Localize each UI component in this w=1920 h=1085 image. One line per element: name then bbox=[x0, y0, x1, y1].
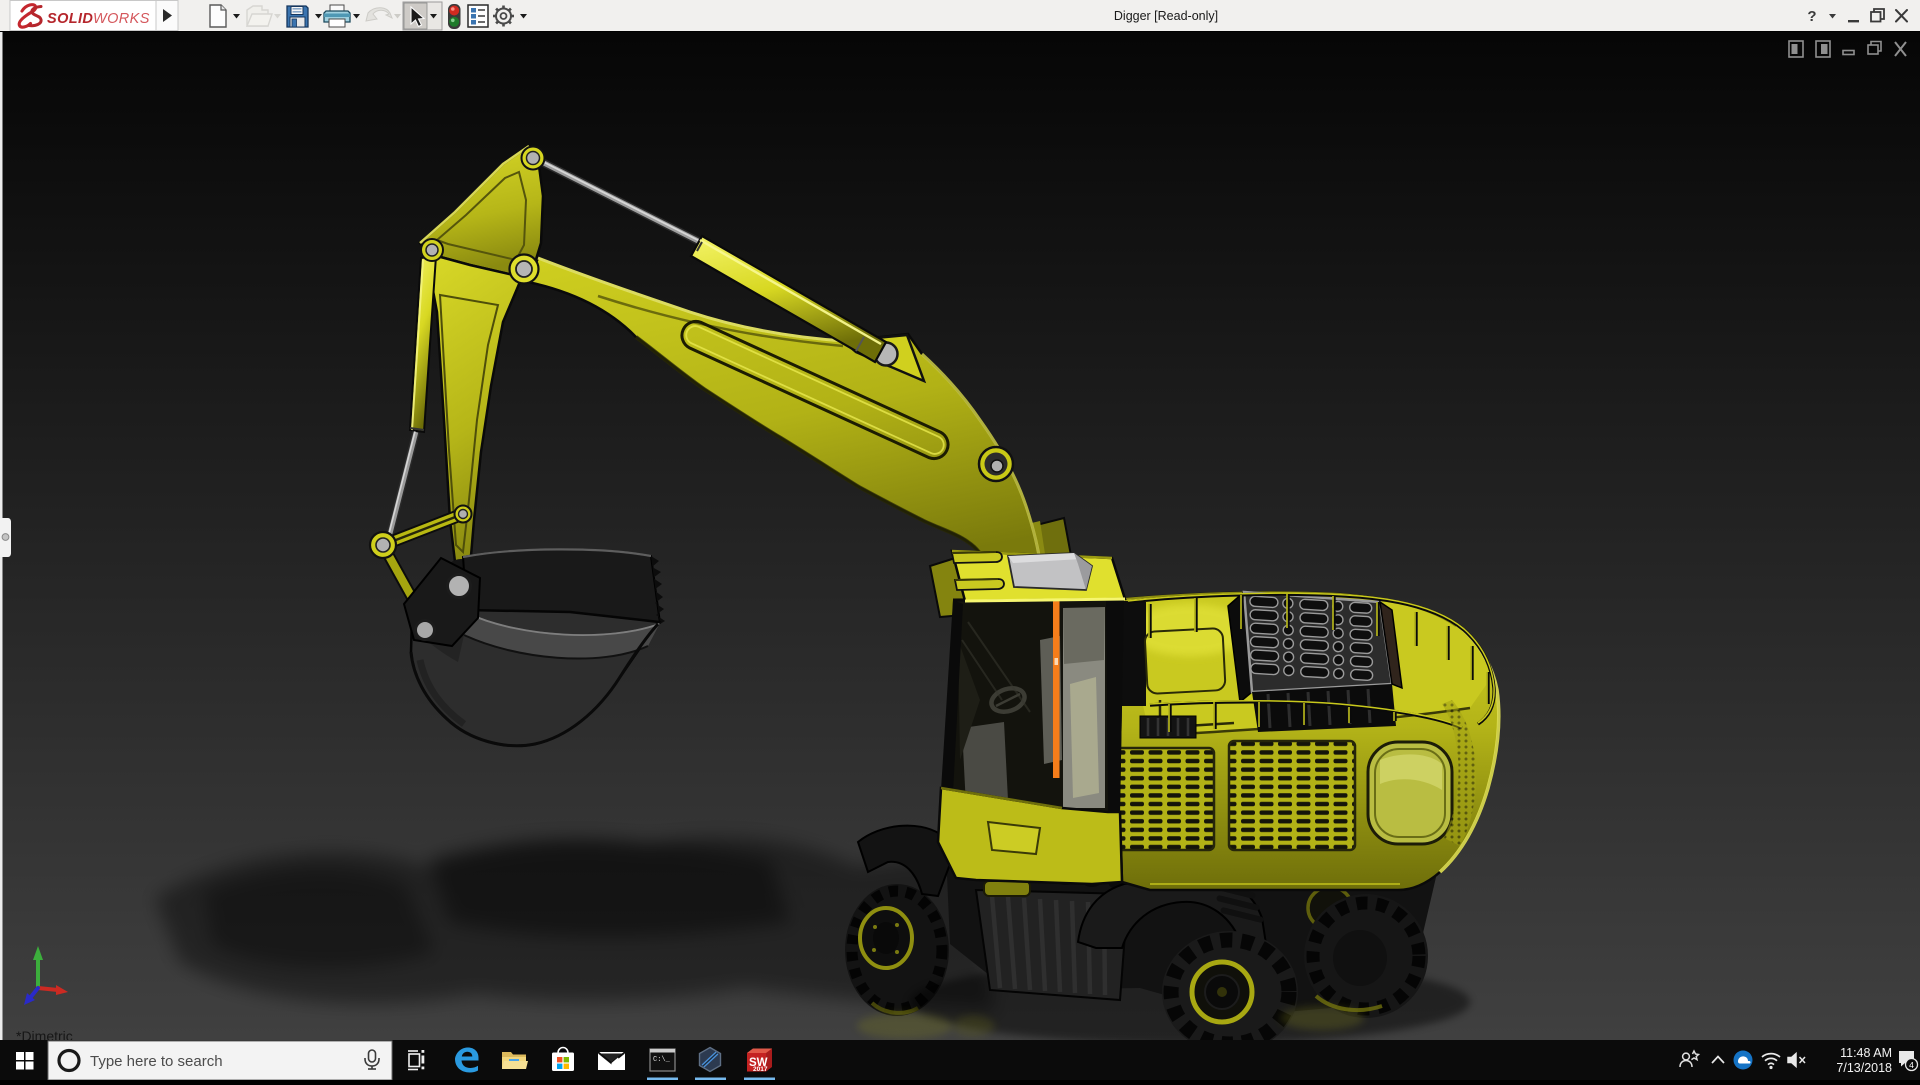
svg-text:WORKS: WORKS bbox=[93, 11, 150, 27]
svg-text:?: ? bbox=[1807, 8, 1816, 25]
svg-text:C:\_: C:\_ bbox=[653, 1056, 671, 1064]
svg-text:SOLID: SOLID bbox=[47, 11, 93, 27]
svg-text:*Dimetric: *Dimetric bbox=[16, 1028, 73, 1040]
svg-text:11:48 AM: 11:48 AM bbox=[1840, 1046, 1892, 1060]
svg-text:Digger [Read-only]: Digger [Read-only] bbox=[1114, 9, 1218, 23]
svg-text:4: 4 bbox=[1909, 1060, 1914, 1070]
svg-text:Type here to search: Type here to search bbox=[90, 1053, 223, 1070]
svg-text:2017: 2017 bbox=[753, 1066, 768, 1073]
svg-text:7/13/2018: 7/13/2018 bbox=[1836, 1061, 1892, 1075]
